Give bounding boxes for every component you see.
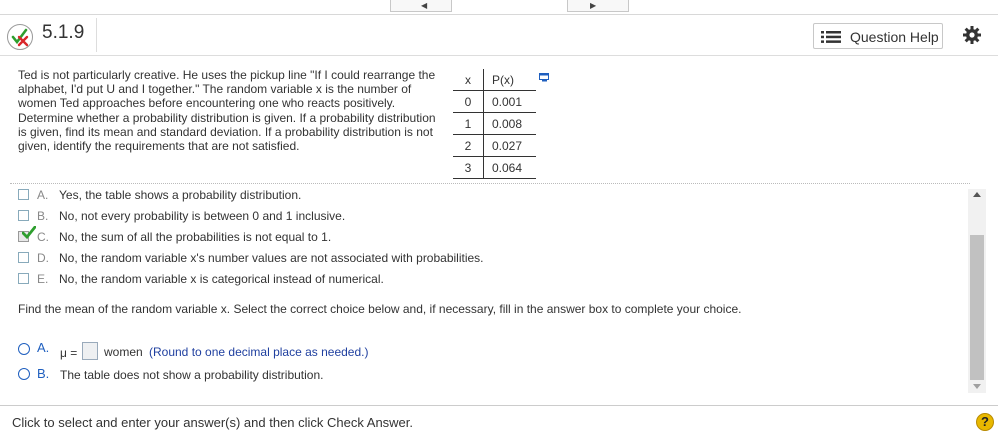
part2-prompt: Find the mean of the random variable x. …: [18, 302, 742, 316]
scroll-down-arrow-icon[interactable]: [973, 384, 981, 389]
question-number: 5.1.9: [42, 22, 85, 43]
table-row: 2 0.027: [453, 134, 536, 157]
footer-instruction: Click to select and enter your answer(s)…: [12, 415, 414, 430]
choice-letter: A.: [37, 188, 49, 202]
choice-d-checkbox[interactable]: [18, 252, 29, 263]
problem-statement: Ted is not particularly creative. He use…: [18, 68, 436, 154]
list-icon: [821, 31, 841, 43]
choice-text: No, the random variable x's number value…: [59, 251, 484, 265]
choice-letter: E.: [37, 272, 49, 286]
choice-e-checkbox[interactable]: [18, 273, 29, 284]
choice-letter: D.: [37, 251, 49, 265]
top-nav-strip: ◀ ▶: [0, 0, 998, 15]
table-cell-x: 0: [453, 90, 484, 113]
section-divider: [10, 183, 970, 184]
scroll-thumb[interactable]: [970, 235, 984, 380]
probability-table: x P(x) 0 0.001 1 0.008 2 0.027 3 0.064: [453, 69, 536, 179]
option-a-letter: A.: [37, 340, 50, 355]
table-header-px: P(x): [483, 69, 536, 91]
choice-b-checkbox[interactable]: [18, 210, 29, 221]
table-header-row: x P(x): [453, 69, 536, 91]
checkmark-icon: [22, 226, 36, 240]
mu-label: μ =: [60, 346, 78, 360]
footer-divider: [0, 405, 998, 406]
option-b-letter: B.: [37, 366, 50, 381]
choice-a-checkbox[interactable]: [18, 189, 29, 200]
content-scrollbar[interactable]: [968, 189, 986, 393]
scroll-up-arrow-icon[interactable]: [973, 192, 981, 197]
rounding-hint: (Round to one decimal place as needed.): [149, 345, 369, 359]
left-arrow-icon: ◀: [421, 1, 428, 10]
table-cell-x: 3: [453, 156, 484, 179]
question-help-label: Question Help: [850, 29, 939, 45]
option-b-text: The table does not show a probability di…: [60, 368, 324, 382]
right-arrow-icon: ▶: [590, 1, 597, 10]
choice-text: No, the random variable x is categorical…: [59, 272, 384, 286]
mean-answer-input[interactable]: [82, 342, 98, 360]
next-question-button[interactable]: ▶: [567, 0, 629, 12]
table-cell-px: 0.027: [483, 134, 536, 157]
choice-text: No, not every probability is between 0 a…: [59, 209, 346, 223]
table-row: 1 0.008: [453, 112, 536, 135]
copy-table-icon[interactable]: [539, 73, 551, 82]
help-icon[interactable]: ?: [976, 413, 994, 431]
previous-question-button[interactable]: ◀: [390, 0, 452, 12]
table-cell-px: 0.064: [483, 156, 536, 179]
choice-letter: B.: [37, 209, 49, 223]
table-cell-x: 1: [453, 112, 484, 135]
option-a-radio[interactable]: [18, 343, 30, 355]
answer-unit: women: [104, 345, 143, 359]
choice-letter: C.: [37, 230, 49, 244]
question-status-icon: [7, 24, 33, 50]
table-cell-px: 0.001: [483, 90, 536, 113]
choice-text: Yes, the table shows a probability distr…: [59, 188, 302, 202]
table-header-x: x: [453, 69, 484, 91]
header-divider: [96, 18, 97, 52]
choice-text: No, the sum of all the probabilities is …: [59, 230, 332, 244]
table-row: 0 0.001: [453, 90, 536, 113]
table-row: 3 0.064: [453, 156, 536, 179]
partial-correct-icon: [11, 28, 29, 47]
gear-icon[interactable]: [962, 25, 982, 45]
question-help-button[interactable]: Question Help: [813, 23, 943, 49]
option-b-radio[interactable]: [18, 368, 30, 380]
table-cell-px: 0.008: [483, 112, 536, 135]
table-cell-x: 2: [453, 134, 484, 157]
